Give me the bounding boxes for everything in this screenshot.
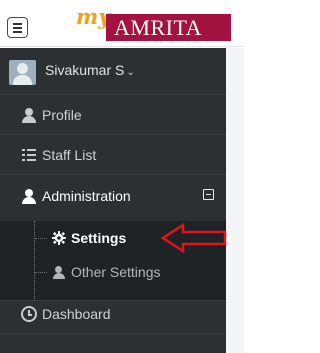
user-profile-menu[interactable]: Sivakumar S ⌄ <box>0 48 226 95</box>
gear-icon <box>52 231 66 245</box>
submenu-item-label: Other Settings <box>71 264 161 280</box>
submenu-item-settings[interactable]: Settings <box>52 227 126 249</box>
user-icon <box>21 188 37 204</box>
hamburger-icon-line <box>13 23 22 25</box>
tree-branch <box>35 272 47 273</box>
tree-line <box>34 221 35 301</box>
sidebar-item-label: Staff List <box>42 147 97 163</box>
user-icon <box>52 265 66 279</box>
hamburger-icon-line <box>13 31 22 33</box>
minus-square-icon[interactable] <box>203 189 214 200</box>
sidebar-item-administration[interactable]: Administration <box>0 176 226 215</box>
sidebar: Sivakumar S ⌄ Profile Staff List Administ… <box>0 48 226 353</box>
sidebar-item-label: Profile <box>42 107 82 123</box>
amrita-logo[interactable]: my AMRITA <box>76 4 234 44</box>
submenu-item-label: Settings <box>71 230 127 246</box>
chevron-down-icon: ⌄ <box>126 67 135 78</box>
submenu-item-other-settings[interactable]: Other Settings <box>52 261 161 283</box>
red-arrow-icon <box>161 223 227 253</box>
clock-icon <box>21 306 37 322</box>
logo-brand: AMRITA <box>106 14 231 41</box>
sidebar-item-label: Administration <box>42 187 131 204</box>
tree-branch <box>35 238 47 239</box>
content-area-edge <box>226 48 244 353</box>
user-icon <box>21 107 37 123</box>
sidebar-item-profile[interactable]: Profile <box>0 96 226 135</box>
list-icon <box>21 147 37 163</box>
sidebar-item-label: Dashboard <box>42 306 111 322</box>
top-bar: my AMRITA <box>0 0 244 47</box>
user-name[interactable]: Sivakumar S ⌄ <box>45 62 135 78</box>
sidebar-item-staff-list[interactable]: Staff List <box>0 136 226 175</box>
hamburger-menu-button[interactable] <box>7 17 28 38</box>
hamburger-icon-line <box>13 27 22 29</box>
user-avatar-icon <box>9 60 36 85</box>
user-name-label: Sivakumar S <box>45 62 125 78</box>
sidebar-item-dashboard[interactable]: Dashboard <box>0 295 226 334</box>
